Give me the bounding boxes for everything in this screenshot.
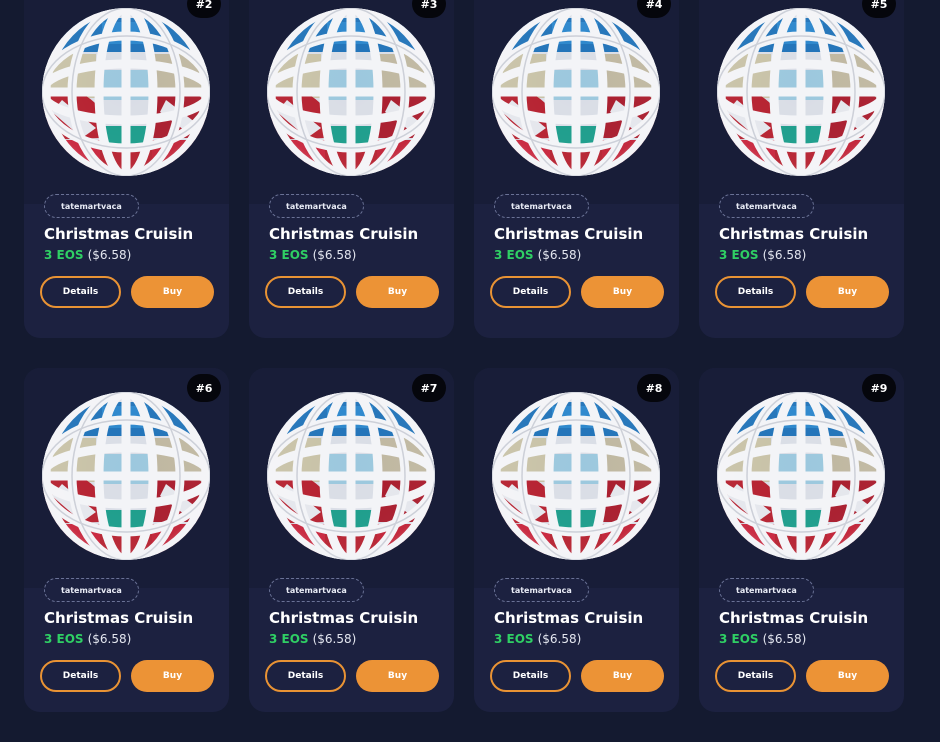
price-usd: ($6.58)	[762, 248, 807, 262]
nft-image[interactable]	[492, 392, 660, 560]
nft-image[interactable]	[267, 8, 435, 176]
price: 3 EOS ($6.58)	[494, 248, 581, 262]
card-artwork-area: #6	[24, 368, 229, 588]
price-eos: 3 EOS	[719, 632, 759, 646]
nft-card[interactable]: #5 tatemartvaca Christmas Cruisin 3 EOS …	[699, 0, 904, 338]
price: 3 EOS ($6.58)	[494, 632, 581, 646]
nft-card-grid: #2 tatemartvaca Christmas Cruisin 3 EOS …	[0, 0, 940, 742]
details-button[interactable]: Details	[265, 660, 346, 692]
price-eos: 3 EOS	[44, 248, 84, 262]
card-artwork-area: #3	[249, 0, 454, 204]
nft-image[interactable]	[42, 8, 210, 176]
price: 3 EOS ($6.58)	[44, 248, 131, 262]
creator-tag[interactable]: tatemartvaca	[44, 194, 139, 218]
edition-badge: #6	[187, 374, 221, 402]
nft-card[interactable]: #9 tatemartvaca Christmas Cruisin 3 EOS …	[699, 368, 904, 712]
card-artwork-area: #8	[474, 368, 679, 588]
details-button[interactable]: Details	[40, 660, 121, 692]
nft-card[interactable]: #4 tatemartvaca Christmas Cruisin 3 EOS …	[474, 0, 679, 338]
price-eos: 3 EOS	[494, 632, 534, 646]
edition-badge: #7	[412, 374, 446, 402]
details-button[interactable]: Details	[490, 660, 571, 692]
nft-title: Christmas Cruisin	[269, 225, 419, 243]
creator-tag[interactable]: tatemartvaca	[44, 578, 139, 602]
price-usd: ($6.58)	[87, 632, 132, 646]
price-eos: 3 EOS	[719, 248, 759, 262]
buy-button[interactable]: Buy	[806, 276, 889, 308]
nft-title: Christmas Cruisin	[44, 609, 194, 627]
price-usd: ($6.58)	[537, 632, 582, 646]
buy-button[interactable]: Buy	[356, 276, 439, 308]
nft-title: Christmas Cruisin	[44, 225, 194, 243]
nft-card[interactable]: #7 tatemartvaca Christmas Cruisin 3 EOS …	[249, 368, 454, 712]
nft-card[interactable]: #8 tatemartvaca Christmas Cruisin 3 EOS …	[474, 368, 679, 712]
edition-badge: #9	[862, 374, 896, 402]
price: 3 EOS ($6.58)	[269, 632, 356, 646]
price: 3 EOS ($6.58)	[719, 632, 806, 646]
details-button[interactable]: Details	[40, 276, 121, 308]
card-artwork-area: #2	[24, 0, 229, 204]
creator-tag[interactable]: tatemartvaca	[719, 578, 814, 602]
details-button[interactable]: Details	[715, 660, 796, 692]
price-usd: ($6.58)	[537, 248, 582, 262]
nft-card[interactable]: #6 tatemartvaca Christmas Cruisin 3 EOS …	[24, 368, 229, 712]
details-button[interactable]: Details	[490, 276, 571, 308]
buy-button[interactable]: Buy	[131, 276, 214, 308]
nft-title: Christmas Cruisin	[269, 609, 419, 627]
creator-tag[interactable]: tatemartvaca	[269, 578, 364, 602]
nft-title: Christmas Cruisin	[719, 225, 869, 243]
buy-button[interactable]: Buy	[131, 660, 214, 692]
card-artwork-area: #9	[699, 368, 904, 588]
nft-image[interactable]	[492, 8, 660, 176]
buy-button[interactable]: Buy	[581, 276, 664, 308]
nft-image[interactable]	[267, 392, 435, 560]
creator-tag[interactable]: tatemartvaca	[494, 578, 589, 602]
creator-tag[interactable]: tatemartvaca	[719, 194, 814, 218]
price: 3 EOS ($6.58)	[269, 248, 356, 262]
edition-badge: #2	[187, 0, 221, 18]
price-usd: ($6.58)	[312, 248, 357, 262]
buy-button[interactable]: Buy	[356, 660, 439, 692]
creator-tag[interactable]: tatemartvaca	[494, 194, 589, 218]
card-artwork-area: #5	[699, 0, 904, 204]
edition-badge: #5	[862, 0, 896, 18]
nft-image[interactable]	[42, 392, 210, 560]
buy-button[interactable]: Buy	[806, 660, 889, 692]
price-eos: 3 EOS	[44, 632, 84, 646]
price: 3 EOS ($6.58)	[44, 632, 131, 646]
buy-button[interactable]: Buy	[581, 660, 664, 692]
price-eos: 3 EOS	[494, 248, 534, 262]
details-button[interactable]: Details	[265, 276, 346, 308]
price-eos: 3 EOS	[269, 632, 309, 646]
nft-card[interactable]: #3 tatemartvaca Christmas Cruisin 3 EOS …	[249, 0, 454, 338]
price-usd: ($6.58)	[87, 248, 132, 262]
price: 3 EOS ($6.58)	[719, 248, 806, 262]
edition-badge: #4	[637, 0, 671, 18]
details-button[interactable]: Details	[715, 276, 796, 308]
price-eos: 3 EOS	[269, 248, 309, 262]
price-usd: ($6.58)	[762, 632, 807, 646]
nft-card[interactable]: #2 tatemartvaca Christmas Cruisin 3 EOS …	[24, 0, 229, 338]
price-usd: ($6.58)	[312, 632, 357, 646]
nft-title: Christmas Cruisin	[494, 225, 644, 243]
nft-image[interactable]	[717, 8, 885, 176]
nft-title: Christmas Cruisin	[719, 609, 869, 627]
card-artwork-area: #7	[249, 368, 454, 588]
nft-title: Christmas Cruisin	[494, 609, 644, 627]
edition-badge: #8	[637, 374, 671, 402]
card-artwork-area: #4	[474, 0, 679, 204]
edition-badge: #3	[412, 0, 446, 18]
nft-image[interactable]	[717, 392, 885, 560]
creator-tag[interactable]: tatemartvaca	[269, 194, 364, 218]
